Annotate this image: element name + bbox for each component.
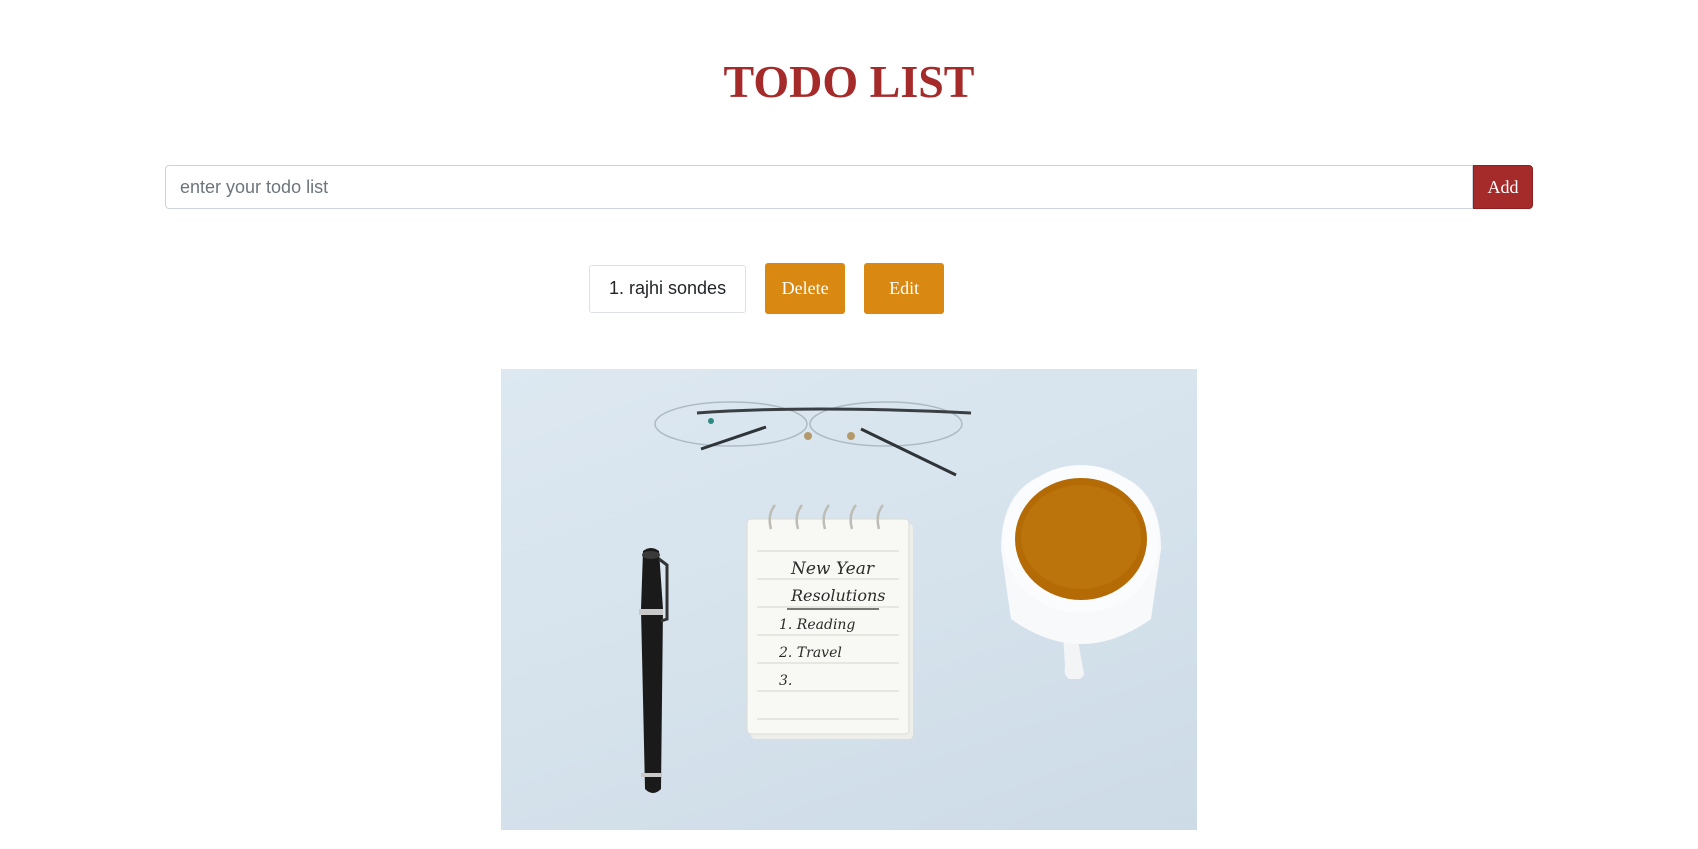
notepad-line-5: 3. <box>779 673 792 689</box>
notepad-icon: New Year Resolutions 1. Reading 2. Trave… <box>746 504 913 739</box>
todo-form: Add <box>165 165 1533 209</box>
notepad-line-2: Resolutions <box>790 586 885 605</box>
notepad-line-3: 1. Reading <box>779 617 855 633</box>
edit-button[interactable]: Edit <box>864 263 945 314</box>
delete-button[interactable]: Delete <box>765 263 846 314</box>
glasses-icon <box>654 401 972 477</box>
todo-item-text: 1. rajhi sondes <box>589 264 747 313</box>
todo-item: 1. rajhi sondes Delete Edit <box>589 263 945 314</box>
todo-input[interactable] <box>165 165 1473 209</box>
notepad-line-4: 2. Travel <box>778 645 842 661</box>
coffee-cup-icon <box>1001 465 1161 679</box>
pen-icon <box>639 548 669 793</box>
add-button[interactable]: Add <box>1473 165 1533 209</box>
notepad-line-1: New Year <box>790 559 875 579</box>
page-title: TODO LIST <box>723 56 975 107</box>
desk-illustration: New Year Resolutions 1. Reading 2. Trave… <box>639 401 1161 793</box>
hero-image: New Year Resolutions 1. Reading 2. Trave… <box>501 369 1197 830</box>
